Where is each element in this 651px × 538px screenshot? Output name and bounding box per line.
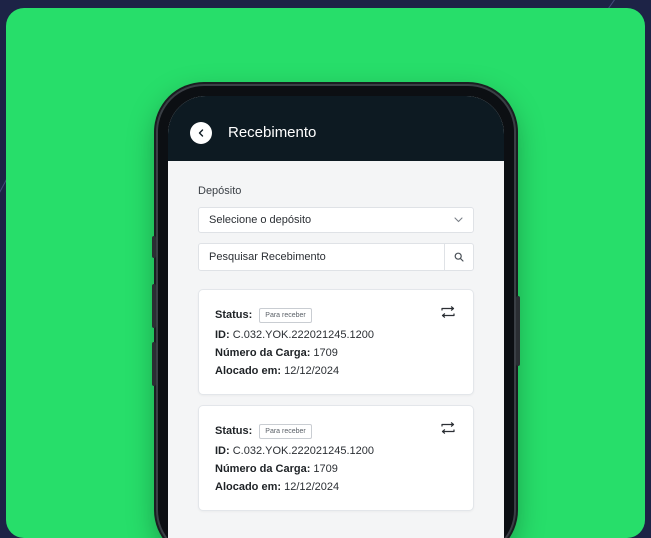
id-value: C.032.YOK.222021245.1200 [232,445,375,457]
load-number-row: Número da Carga: 1709 [215,460,455,478]
search-bar [198,243,474,271]
main-content: Depósito Selecione o depósito Pesquisar … [168,161,504,511]
status-row: Status: Para receber [215,306,455,324]
load-number-value: 1709 [313,463,338,475]
phone-button [152,236,156,258]
phone-screen: Recebimento Depósito Selecione o depósit… [168,96,504,538]
app-bar: Recebimento [168,96,504,161]
allocated-label: Alocado em: [215,365,285,377]
page-title: Recebimento [228,124,317,141]
status-badge: Para receber [259,423,312,439]
status-badge: Para receber [259,307,312,323]
allocated-value: 12/12/2024 [284,365,340,377]
allocated-row: Alocado em: 12/12/2024 [215,478,455,496]
id-label: ID: [215,329,233,341]
chevron-down-icon [454,217,463,223]
hero-background-card: Recebimento Depósito Selecione o depósit… [6,8,645,538]
id-row: ID: C.032.YOK.222021245.1200 [215,442,455,460]
status-label: Status: [215,309,253,321]
phone-mockup: Recebimento Depósito Selecione o depósit… [152,86,520,538]
phone-button [152,342,156,386]
chevron-left-icon [198,128,204,137]
swap-icon[interactable] [441,422,455,434]
phone-button [516,296,520,366]
id-value: C.032.YOK.222021245.1200 [232,329,375,341]
allocated-label: Alocado em: [215,481,285,493]
load-number-row: Número da Carga: 1709 [215,344,455,362]
allocated-value: 12/12/2024 [284,481,340,493]
receipt-card[interactable]: Status: Para receber ID: C.032.YOK.22202… [198,289,474,395]
phone-button [152,284,156,328]
load-number-label: Número da Carga: [215,463,314,475]
back-button[interactable] [190,121,212,144]
load-number-label: Número da Carga: [215,347,314,359]
deposit-label: Depósito [198,185,242,197]
search-button[interactable] [444,244,473,270]
allocated-row: Alocado em: 12/12/2024 [215,362,455,380]
search-icon [454,252,464,262]
swap-icon[interactable] [441,306,455,318]
search-input[interactable] [199,244,444,270]
status-label: Status: [215,425,253,437]
deposit-select[interactable]: Selecione o depósito [198,207,474,233]
id-row: ID: C.032.YOK.222021245.1200 [215,326,455,344]
id-label: ID: [215,445,233,457]
deposit-select-value: Selecione o depósito [209,214,312,226]
status-row: Status: Para receber [215,422,455,440]
receipt-card[interactable]: Status: Para receber ID: C.032.YOK.22202… [198,405,474,511]
load-number-value: 1709 [313,347,338,359]
